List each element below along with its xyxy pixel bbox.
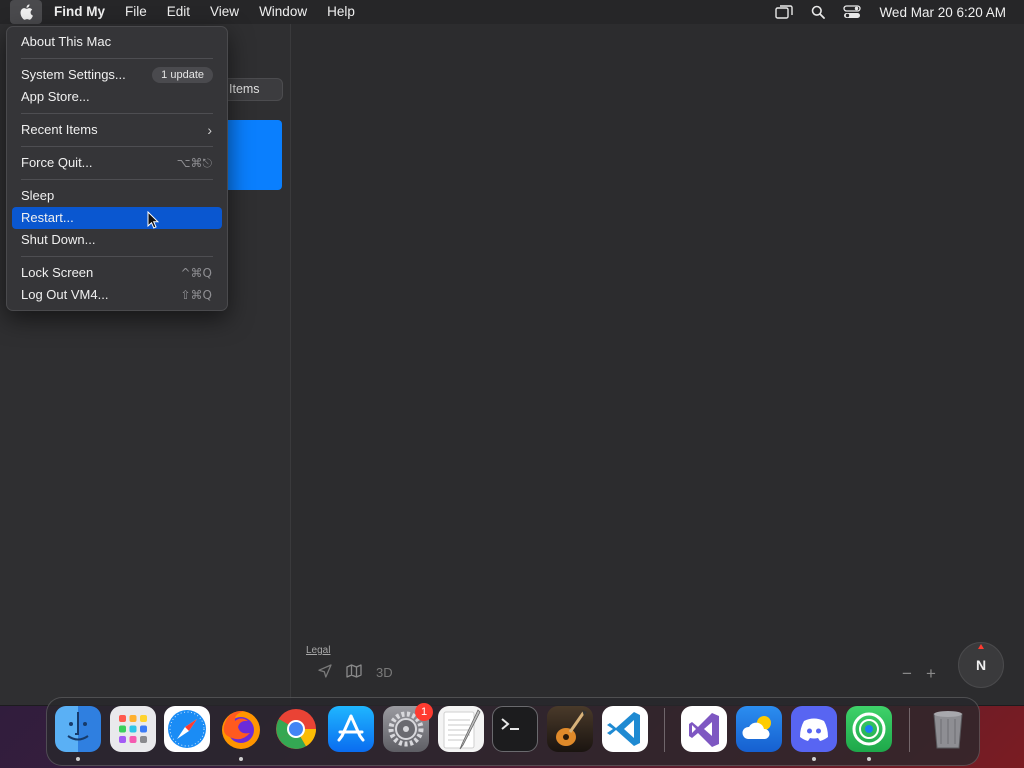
find-my-icon[interactable] (846, 706, 892, 752)
menu-item-label: Recent Items (21, 122, 98, 137)
menu-file[interactable]: File (115, 0, 157, 24)
trash-icon[interactable] (925, 706, 971, 752)
menu-item-label: Lock Screen (21, 265, 94, 280)
menu-item-shut-down[interactable]: Shut Down... (12, 229, 222, 251)
app-store-icon[interactable] (328, 706, 374, 752)
app-menu-find-my[interactable]: Find My (42, 0, 115, 24)
garageband-icon[interactable] (547, 706, 593, 752)
control-center-icon[interactable] (843, 5, 862, 19)
visual-studio-icon[interactable] (681, 706, 727, 752)
selected-list-item[interactable] (226, 120, 282, 190)
menu-edit[interactable]: Edit (157, 0, 200, 24)
running-indicator (812, 757, 816, 761)
running-indicator (239, 757, 243, 761)
chrome-icon[interactable] (273, 706, 319, 752)
menu-separator (21, 113, 213, 114)
menu-separator (21, 179, 213, 180)
menu-item-recent-items[interactable]: Recent Items › (12, 119, 222, 141)
dock-divider (909, 708, 910, 752)
discord-icon[interactable] (791, 706, 837, 752)
launchpad-icon[interactable] (110, 706, 156, 752)
compass-button[interactable]: N (958, 642, 1004, 688)
update-badge: 1 update (152, 67, 213, 83)
menu-item-label: Sleep (21, 188, 55, 203)
chevron-right-icon: › (207, 122, 212, 138)
finder-icon[interactable] (55, 706, 101, 752)
menu-item-log-out[interactable]: Log Out VM4... ⇧⌘Q (12, 284, 222, 306)
mouse-pointer-icon (147, 210, 160, 234)
menu-item-label: About This Mac (21, 34, 112, 49)
menu-item-label: System Settings... (21, 67, 126, 82)
dock: 1 (46, 697, 980, 766)
spotlight-search-icon[interactable] (811, 5, 826, 19)
map-view[interactable] (291, 24, 1024, 705)
screen-mirroring-icon[interactable] (775, 5, 794, 19)
zoom-in-button[interactable]: + (926, 664, 936, 684)
keyboard-shortcut: ^⌘Q (180, 266, 213, 280)
menu-item-label: Restart... (21, 210, 74, 225)
notification-badge: 1 (415, 703, 433, 721)
menu-separator (21, 146, 213, 147)
vscode-icon[interactable] (602, 706, 648, 752)
menu-help[interactable]: Help (317, 0, 365, 24)
weather-icon[interactable] (736, 706, 782, 752)
compass-north-tick (978, 644, 984, 649)
menu-view[interactable]: View (200, 0, 249, 24)
items-tab[interactable]: Items (222, 78, 283, 101)
menu-item-lock-screen[interactable]: Lock Screen ^⌘Q (12, 262, 222, 284)
menu-item-app-store[interactable]: App Store... (12, 86, 222, 108)
menu-bar: Find My File Edit View Window Help Wed M… (0, 0, 1024, 24)
legal-link[interactable]: Legal (306, 645, 330, 656)
apple-menu-icon[interactable] (10, 0, 42, 24)
safari-icon[interactable] (164, 706, 210, 752)
menu-item-label: Shut Down... (21, 232, 96, 247)
terminal-icon[interactable] (492, 706, 538, 752)
map-controls: 3D (318, 664, 393, 681)
menu-separator (21, 256, 213, 257)
menu-item-label: App Store... (21, 89, 90, 104)
keyboard-shortcut: ⇧⌘Q (180, 288, 213, 302)
location-arrow-icon[interactable] (318, 664, 332, 681)
menu-separator (21, 58, 213, 59)
map-mode-icon[interactable] (346, 664, 362, 681)
running-indicator (867, 757, 871, 761)
zoom-controls: − + (902, 664, 936, 684)
menu-window[interactable]: Window (249, 0, 317, 24)
firefox-icon[interactable] (218, 706, 264, 752)
3d-toggle-button[interactable]: 3D (376, 665, 393, 680)
menu-item-label: Log Out VM4... (21, 287, 109, 302)
keyboard-shortcut: ⌥⌘⎋ (176, 156, 212, 170)
running-indicator (76, 757, 80, 761)
compass-label: N (975, 657, 987, 673)
menu-item-sleep[interactable]: Sleep (12, 185, 222, 207)
menu-item-force-quit[interactable]: Force Quit... ⌥⌘⎋ (12, 152, 222, 174)
dock-divider (664, 708, 665, 752)
zoom-out-button[interactable]: − (902, 664, 912, 684)
menubar-clock[interactable]: Wed Mar 20 6:20 AM (879, 5, 1006, 20)
textedit-icon[interactable] (438, 706, 484, 752)
menu-item-restart[interactable]: Restart... (12, 207, 222, 229)
menu-item-system-settings[interactable]: System Settings... 1 update (12, 64, 222, 86)
apple-menu-dropdown: About This Mac System Settings... 1 upda… (6, 26, 228, 311)
menu-item-label: Force Quit... (21, 155, 93, 170)
menu-item-about-this-mac[interactable]: About This Mac (12, 31, 222, 53)
